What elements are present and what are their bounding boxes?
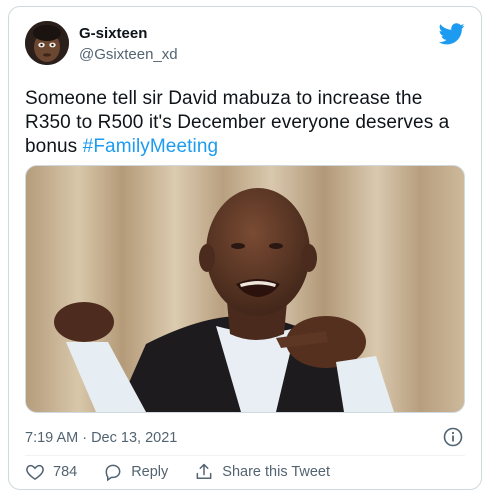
twitter-bird-icon[interactable]: [439, 23, 465, 45]
reply-button[interactable]: Reply: [103, 462, 168, 482]
share-icon: [196, 463, 212, 479]
author-avatar[interactable]: [25, 21, 69, 65]
tweet-image[interactable]: [25, 165, 465, 413]
author-name[interactable]: G-sixteen: [79, 25, 147, 42]
share-button[interactable]: Share this Tweet: [194, 462, 330, 482]
heart-icon: [26, 464, 44, 480]
tweet-card[interactable]: G-sixteen @Gsixteen_xd Someone tell sir …: [8, 6, 482, 490]
tweet-text: Someone tell sir David mabuza to increas…: [25, 87, 465, 159]
reply-label: Reply: [131, 464, 169, 480]
share-label: Share this Tweet: [222, 464, 331, 480]
tweet-actions: 784 Reply Share this Tweet: [25, 462, 356, 482]
reply-icon: [105, 464, 121, 482]
author-handle[interactable]: @Gsixteen_xd: [79, 46, 178, 63]
like-button[interactable]: 784: [25, 462, 77, 482]
like-count: 784: [53, 464, 78, 480]
info-icon[interactable]: [443, 427, 463, 447]
tweet-timestamp[interactable]: 7:19 AM · Dec 13, 2021: [25, 430, 177, 446]
divider: [25, 455, 465, 456]
hashtag-link[interactable]: #FamilyMeeting: [83, 136, 219, 157]
